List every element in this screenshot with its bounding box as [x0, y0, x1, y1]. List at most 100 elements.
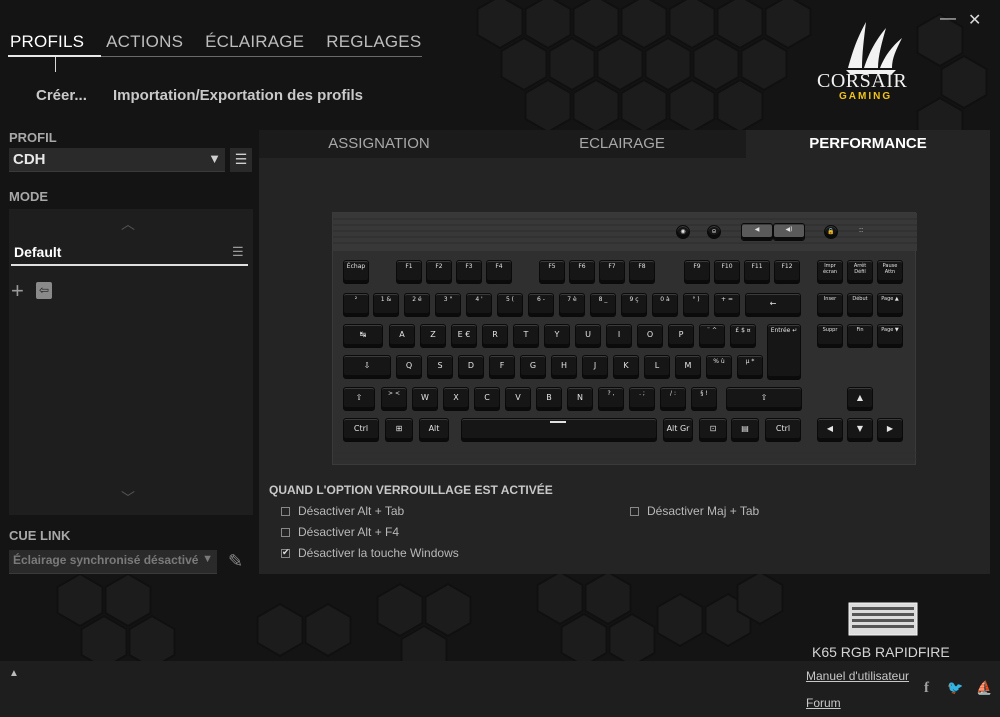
- key: ▶: [877, 418, 903, 442]
- checkbox[interactable]: [630, 507, 639, 516]
- key: ? ,: [598, 387, 624, 411]
- create-profile-link[interactable]: Créer...: [36, 87, 87, 104]
- key: 0 à: [652, 293, 678, 317]
- key: F10: [714, 260, 740, 284]
- scroll-up-icon[interactable]: ︿: [121, 214, 135, 234]
- close-button[interactable]: ✕: [968, 10, 981, 30]
- nav-actions[interactable]: ACTIONS: [106, 32, 183, 52]
- scroll-down-icon[interactable]: ﹀: [121, 488, 135, 508]
- key: Fin: [847, 324, 873, 348]
- key: I: [606, 324, 632, 348]
- checkbox[interactable]: [281, 507, 290, 516]
- key: G: [520, 355, 546, 379]
- import-mode-icon[interactable]: ⇦: [36, 282, 52, 299]
- user-manual-link[interactable]: Manuel d'utilisateur: [806, 669, 909, 683]
- cue-link-select[interactable]: Éclairage synchronisé désactivé ▼: [9, 550, 217, 574]
- key: § !: [691, 387, 717, 411]
- mode-default-item[interactable]: Default: [14, 244, 61, 260]
- twitter-icon[interactable]: 🐦: [947, 680, 963, 696]
- key: K: [613, 355, 639, 379]
- key: F4: [486, 260, 512, 284]
- add-mode-button[interactable]: +: [11, 280, 24, 302]
- option-label: Désactiver Alt + Tab: [298, 504, 405, 518]
- key: C: [474, 387, 500, 411]
- key: F: [489, 355, 515, 379]
- key: F11: [744, 260, 770, 284]
- tab-assignation[interactable]: ASSIGNATION: [259, 130, 499, 158]
- volume-down-key: ◀: [741, 223, 773, 241]
- key: Page ▲: [877, 293, 903, 317]
- disable-shift-tab-option[interactable]: Désactiver Maj + Tab: [630, 504, 759, 518]
- key: ⊡: [699, 418, 727, 442]
- option-label: Désactiver la touche Windows: [298, 546, 459, 560]
- key: F12: [774, 260, 800, 284]
- key: ²: [343, 293, 369, 317]
- profile-select[interactable]: CDH ▼: [9, 148, 225, 172]
- key: ←: [745, 293, 801, 317]
- key: V: [505, 387, 531, 411]
- media-key: ◉: [676, 225, 690, 239]
- key: ⇩: [343, 355, 391, 379]
- key: Échap: [343, 260, 369, 284]
- key: ⊞: [385, 418, 413, 442]
- key: 7 è: [559, 293, 585, 317]
- key: E €: [451, 324, 477, 348]
- tab-performance[interactable]: PERFORMANCE: [746, 130, 990, 158]
- forum-link[interactable]: Forum: [806, 696, 841, 710]
- key: % ù: [706, 355, 732, 379]
- disable-alt-tab-option[interactable]: Désactiver Alt + Tab: [281, 504, 404, 518]
- device-name: K65 RGB RAPIDFIRE: [812, 644, 950, 660]
- keyboard-device-icon[interactable]: [848, 602, 918, 636]
- key: Début: [847, 293, 873, 317]
- key: µ *: [737, 355, 763, 379]
- key: ¨ ^: [699, 324, 725, 348]
- key: F9: [684, 260, 710, 284]
- key: . ;: [629, 387, 655, 411]
- profile-menu-button[interactable]: ☰: [230, 148, 252, 172]
- expand-up-icon[interactable]: ▲: [9, 668, 19, 679]
- key: ° ): [683, 293, 709, 317]
- minimize-button[interactable]: —: [940, 10, 956, 28]
- key: D: [458, 355, 484, 379]
- edit-pencil-icon[interactable]: ✎: [228, 551, 243, 572]
- tab-eclairage[interactable]: ECLAIRAGE: [502, 130, 742, 158]
- nav-eclairage[interactable]: ÉCLAIRAGE: [205, 32, 304, 52]
- key: F7: [599, 260, 625, 284]
- key: W: [412, 387, 438, 411]
- facebook-icon[interactable]: f: [924, 680, 929, 697]
- key: 2 é: [404, 293, 430, 317]
- nav-reglages[interactable]: REGLAGES: [326, 32, 421, 52]
- checkbox[interactable]: [281, 528, 290, 537]
- nav-indicator: [55, 57, 56, 72]
- key: F2: [426, 260, 452, 284]
- key: Ctrl: [765, 418, 801, 442]
- spacebar-led: [550, 421, 566, 423]
- volume-up-key: ◀): [773, 223, 805, 241]
- key: F3: [456, 260, 482, 284]
- checkbox-checked[interactable]: [281, 547, 290, 558]
- key: N: [567, 387, 593, 411]
- disable-alt-f4-option[interactable]: Désactiver Alt + F4: [281, 525, 399, 539]
- key: Page ▼: [877, 324, 903, 348]
- main-nav: PROFILS ACTIONS ÉCLAIRAGE REGLAGES: [10, 32, 421, 52]
- mode-menu-button[interactable]: ☰: [232, 244, 244, 260]
- key: A: [389, 324, 415, 348]
- nav-profils[interactable]: PROFILS: [10, 32, 84, 52]
- key: 9 ç: [621, 293, 647, 317]
- key: M: [675, 355, 701, 379]
- key: P: [668, 324, 694, 348]
- key: Suppr: [817, 324, 843, 348]
- key: 1 &: [373, 293, 399, 317]
- corsair-icon[interactable]: ⛵: [976, 680, 992, 696]
- keyboard-image: ◉ ⊝ ◀ ◀) 🔒 ∶∶ Échap F1 F2 F3 F4 F5 F6 F7…: [332, 212, 917, 465]
- key: ⇧: [343, 387, 375, 411]
- key: X: [443, 387, 469, 411]
- key: Y: [544, 324, 570, 348]
- key: > <: [381, 387, 407, 411]
- lock-options-title: QUAND L'OPTION VERROUILLAGE EST ACTIVÉE: [269, 483, 553, 497]
- key: Z: [420, 324, 446, 348]
- disable-windows-key-option[interactable]: Désactiver la touche Windows: [281, 546, 459, 560]
- key: F5: [539, 260, 565, 284]
- import-export-link[interactable]: Importation/Exportation des profils: [113, 87, 363, 104]
- chevron-down-icon: ▼: [208, 151, 221, 166]
